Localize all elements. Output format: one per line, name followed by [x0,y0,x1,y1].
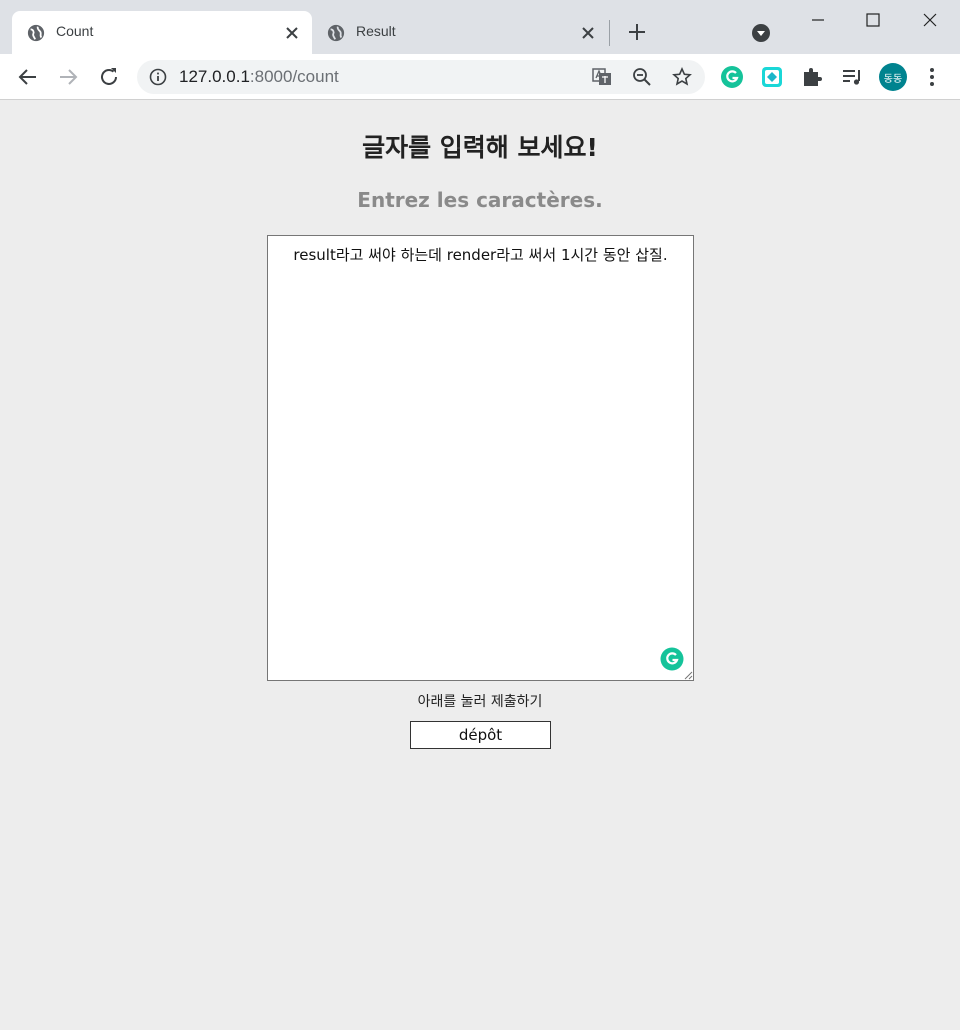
tab-strip: Count Result [0,0,960,54]
maximize-icon[interactable] [861,8,885,32]
tab-title: Count [56,23,94,39]
window-close-icon[interactable] [918,8,942,32]
tab-result[interactable]: Result [312,11,608,54]
forward-arrow-icon[interactable] [56,65,80,89]
globe-icon [327,24,345,42]
minimize-icon[interactable] [806,8,830,32]
more-menu-icon[interactable] [922,65,942,89]
globe-icon [27,24,45,42]
bookmark-star-icon[interactable] [672,67,692,87]
zoom-out-icon[interactable] [632,67,652,87]
grammarly-icon[interactable] [660,647,684,671]
page-content: 글자를 입력해 보세요! Entrez les caractères. resu… [0,100,960,1030]
media-playlist-icon[interactable] [840,65,864,89]
page-subtitle: Entrez les caractères. [357,188,603,212]
resize-handle-icon[interactable] [682,669,693,680]
grammarly-extension-icon[interactable] [720,65,744,89]
url-text[interactable]: 127.0.0.1:8000/count [179,67,339,87]
profile-avatar[interactable]: 동동 [879,63,907,91]
tab-count[interactable]: Count [12,11,312,54]
submit-hint: 아래를 눌러 제출하기 [417,694,543,710]
tab-search-icon[interactable] [752,24,770,42]
submit-button[interactable]: dépôt [410,721,551,749]
back-arrow-icon[interactable] [16,65,40,89]
reload-icon[interactable] [97,65,121,89]
close-tab-icon[interactable] [284,25,300,41]
url-path: :8000/count [249,67,339,86]
info-icon[interactable] [149,68,167,86]
close-tab-icon[interactable] [580,25,596,41]
extensions-puzzle-icon[interactable] [800,65,824,89]
new-tab-plus-icon[interactable] [626,21,648,43]
page-title: 글자를 입력해 보세요! [362,133,598,162]
translate-icon[interactable] [592,67,612,87]
url-host: 127.0.0.1 [179,67,250,86]
tab-title: Result [356,23,396,39]
tab-divider [609,20,610,46]
address-bar[interactable]: 127.0.0.1:8000/count [137,60,705,94]
browser-toolbar: 127.0.0.1:8000/count 동동 [0,54,960,100]
teal-extension-icon[interactable] [760,65,784,89]
text-input-area[interactable]: result라고 써야 하는데 render라고 써서 1시간 동안 삽질. [267,235,694,681]
